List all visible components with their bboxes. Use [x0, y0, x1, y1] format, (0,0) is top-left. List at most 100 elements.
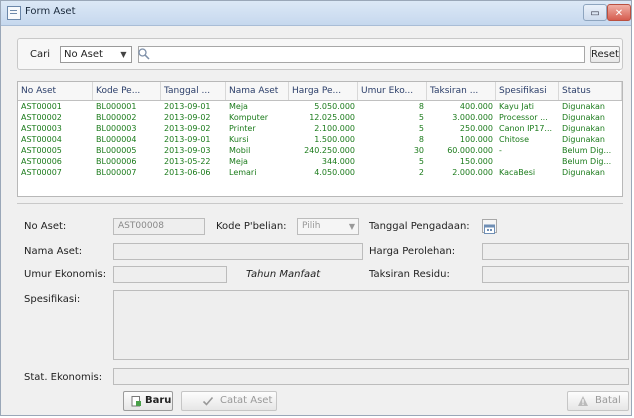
table-cell: BL000007 — [96, 168, 137, 177]
table-cell: 2 — [418, 168, 424, 177]
table-cell: 100.000 — [459, 135, 493, 144]
column-header[interactable]: Harga Pe... — [289, 82, 358, 100]
table-cell: 2013-09-02 — [164, 124, 211, 133]
column-header[interactable]: Status — [559, 82, 622, 100]
umur-ekonomis-field[interactable] — [113, 266, 227, 283]
search-field-select[interactable]: No Aset ▼ — [60, 46, 132, 63]
table-cell: Kayu Jati — [499, 102, 534, 111]
table-cell: 60.000.000 — [447, 146, 493, 155]
table-cell: BL000005 — [96, 146, 137, 155]
nama-aset-label: Nama Aset: — [24, 246, 83, 257]
title-bar: Form Aset ▭ ✕ — [1, 1, 631, 26]
table-row[interactable]: AST00005 BL000005 2013-09-03 Mobil 240.250.0… — [18, 145, 622, 156]
table-cell: 5 — [418, 124, 424, 133]
table-row[interactable]: AST00006 BL000006 2013-05-22 Meja 344.000 5 15… — [18, 156, 622, 167]
table-cell: Belum Dig... — [562, 157, 612, 166]
table-cell: Digunakan — [562, 113, 605, 122]
close-button[interactable]: ✕ — [607, 4, 631, 21]
kode-pbelian-value: Pilih — [302, 221, 321, 231]
calendar-button[interactable] — [482, 219, 497, 234]
table-cell: 150.000 — [459, 157, 493, 166]
search-icon — [137, 46, 151, 60]
cari-label: Cari — [30, 49, 50, 60]
search-field-value: No Aset — [64, 49, 103, 60]
table-cell: 2013-06-06 — [164, 168, 211, 177]
catat-aset-button[interactable]: Catat Aset — [181, 391, 277, 411]
table-cell: AST00001 — [21, 102, 62, 111]
table-cell: 5 — [418, 157, 424, 166]
chevron-down-icon: ▼ — [348, 222, 355, 231]
table-cell: BL000001 — [96, 102, 137, 111]
search-input[interactable] — [138, 46, 585, 63]
table-cell: Processor ... — [499, 113, 548, 122]
table-cell: Chitose — [499, 135, 529, 144]
table-cell: BL000002 — [96, 113, 137, 122]
warning-icon — [577, 395, 589, 407]
table-cell: Printer — [229, 124, 256, 133]
reset-button[interactable]: Reset — [590, 46, 620, 63]
minimize-button[interactable]: ▭ — [583, 4, 607, 21]
separator — [17, 203, 623, 204]
spesifikasi-label: Spesifikasi: — [24, 294, 81, 305]
column-header[interactable]: Spesifikasi — [496, 82, 559, 100]
table-cell: 250.000 — [459, 124, 493, 133]
nama-aset-field[interactable] — [113, 243, 363, 260]
column-header[interactable]: Taksiran ... — [427, 82, 496, 100]
table-cell: Kursi — [229, 135, 249, 144]
table-cell: 2013-09-02 — [164, 113, 211, 122]
form-window-icon — [7, 6, 21, 20]
table-header: No Aset Kode Pe... Tanggal ... Nama Aset Har… — [18, 82, 622, 101]
column-header[interactable]: No Aset — [18, 82, 93, 100]
column-header[interactable]: Tanggal ... — [161, 82, 226, 100]
taksiran-residu-label: Taksiran Residu: — [369, 269, 450, 280]
chevron-down-icon: ▼ — [120, 50, 127, 59]
batal-button[interactable]: Batal — [567, 391, 629, 411]
table-row[interactable]: AST00007 BL000007 2013-06-06 Lemari 4.050.00… — [18, 167, 622, 178]
table-cell: 240.250.000 — [304, 146, 355, 155]
table-cell: Canon IP17... — [499, 124, 553, 133]
table-cell: AST00002 — [21, 113, 62, 122]
checkmark-icon — [202, 395, 214, 407]
table-cell: 5.050.000 — [314, 102, 355, 111]
table-cell: 12.025.000 — [309, 113, 355, 122]
table-cell: 2.000.000 — [452, 168, 493, 177]
table-row[interactable]: AST00003 BL000003 2013-09-02 Printer 2.100.0… — [18, 123, 622, 134]
column-header[interactable]: Nama Aset — [226, 82, 289, 100]
table-cell: AST00004 — [21, 135, 62, 144]
table-cell: 2013-09-03 — [164, 146, 211, 155]
stat-ekonomis-field[interactable] — [113, 368, 629, 385]
table-row[interactable]: AST00001 BL000001 2013-09-01 Meja 5.050.000 8… — [18, 101, 622, 112]
table-cell: BL000004 — [96, 135, 137, 144]
table-cell: Meja — [229, 102, 248, 111]
table-cell: Digunakan — [562, 102, 605, 111]
tahun-manfaat-label: Tahun Manfaat — [246, 269, 321, 280]
kode-pbelian-select[interactable]: Pilih ▼ — [297, 218, 359, 235]
harga-perolehan-field[interactable] — [482, 243, 629, 260]
no-aset-field[interactable]: AST00008 — [113, 218, 205, 235]
baru-button[interactable]: Baru — [123, 391, 173, 411]
spesifikasi-textarea[interactable] — [113, 290, 629, 360]
table-cell: BL000006 — [96, 157, 137, 166]
table-cell: 2013-09-01 — [164, 102, 211, 111]
harga-perolehan-label: Harga Perolehan: — [369, 246, 456, 257]
new-document-icon — [130, 395, 142, 407]
table-cell: 2013-09-01 — [164, 135, 211, 144]
taksiran-residu-field[interactable] — [482, 266, 629, 283]
table-cell: KacaBesi — [499, 168, 536, 177]
table-cell: Meja — [229, 157, 248, 166]
column-header[interactable]: Umur Eko... — [358, 82, 427, 100]
table-row[interactable]: AST00004 BL000004 2013-09-01 Kursi 1.500.000… — [18, 134, 622, 145]
table-row[interactable]: AST00002 BL000002 2013-09-02 Komputer 12.025… — [18, 112, 622, 123]
column-header[interactable]: Kode Pe... — [93, 82, 161, 100]
table-cell: BL000003 — [96, 124, 137, 133]
table-cell: 4.050.000 — [314, 168, 355, 177]
window-title: Form Aset — [25, 6, 76, 17]
asset-table[interactable]: No Aset Kode Pe... Tanggal ... Nama Aset Har… — [17, 81, 623, 197]
tanggal-pengadaan-label: Tanggal Pengadaan: — [369, 221, 470, 232]
table-cell: 8 — [418, 135, 424, 144]
table-cell: Digunakan — [562, 135, 605, 144]
table-cell: Belum Dig... — [562, 146, 612, 155]
table-cell: - — [499, 146, 502, 155]
table-cell: Komputer — [229, 113, 269, 122]
table-cell: 344.000 — [321, 157, 355, 166]
